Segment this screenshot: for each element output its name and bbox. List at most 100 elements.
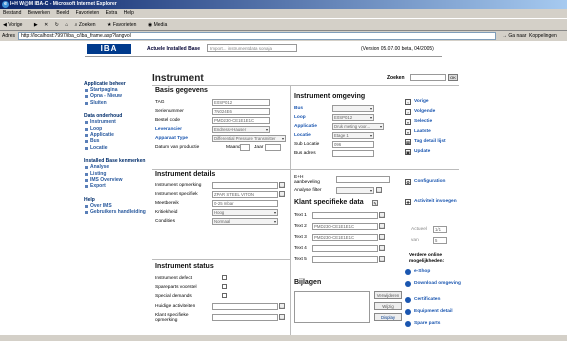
media-button[interactable]: ◉ Media	[148, 22, 172, 28]
menu-bestand[interactable]: Bestand	[3, 10, 21, 16]
app-tag-field[interactable]: Import... instrumentdata sonaja	[207, 44, 297, 52]
spec-input[interactable]: ZPAR STEEL VITON	[212, 191, 278, 198]
bus-select[interactable]	[332, 105, 374, 112]
menu-beeld[interactable]: Beeld	[56, 10, 69, 16]
serial-input[interactable]: 7N024E6	[212, 108, 270, 115]
text4-label: Text 4	[294, 246, 307, 251]
edit-icon[interactable]: …	[279, 182, 285, 188]
links-button[interactable]: Koppelingen	[529, 31, 557, 41]
menu-bewerken[interactable]: Bewerken	[28, 10, 50, 16]
change-attachment-button[interactable]: Wijzig	[374, 302, 402, 310]
order-code-input[interactable]: PMD230-CE1E1E1C	[212, 117, 270, 124]
text4-input[interactable]	[312, 245, 378, 252]
certificates-link[interactable]: Certificaten	[405, 297, 440, 303]
selection-button[interactable]: «Selectie	[405, 119, 433, 125]
month-input[interactable]	[240, 144, 250, 151]
defect-checkbox[interactable]	[222, 275, 227, 280]
attachments-list[interactable]	[294, 291, 370, 323]
last-button[interactable]: » Laatste	[405, 129, 431, 135]
bus-address-input[interactable]	[332, 150, 374, 157]
tag-detail-button[interactable]: ▤ Tag detail lijst	[405, 139, 446, 145]
loop-select[interactable]: E0SP012	[332, 114, 374, 121]
customer-remark-input[interactable]	[212, 314, 278, 321]
text5-label: Text 5	[294, 257, 307, 262]
location-select[interactable]: Etage 1	[332, 132, 374, 139]
sublocation-input[interactable]: 096	[332, 141, 374, 148]
arrow-left-icon: ‹	[405, 99, 411, 105]
previous-button[interactable]: ‹ Vorige	[405, 99, 429, 105]
configuration-button[interactable]: ⚙ Configuration	[405, 179, 445, 185]
forward-button[interactable]: ▶	[34, 22, 38, 28]
remark-input[interactable]	[212, 182, 278, 189]
priority-select[interactable]: Hoog	[212, 209, 278, 216]
text2-input[interactable]: PMD230-CE1E1E1C	[312, 223, 378, 230]
sidebar-item-handleiding[interactable]: Gebruikers handleiding	[84, 209, 148, 215]
edit-icon[interactable]: …	[379, 223, 385, 229]
analysis-filter-select[interactable]	[336, 187, 374, 194]
menu-favorieten[interactable]: Favorieten	[76, 10, 100, 16]
edit-icon[interactable]: …	[379, 256, 385, 262]
update-button[interactable]: ▣ Update	[405, 149, 430, 155]
text3-input[interactable]: PMD230-CE1E1E1C	[312, 234, 378, 241]
add-activity-button[interactable]: ✚ Activiteit invoegen	[405, 199, 457, 205]
refresh-button[interactable]: ↻	[55, 22, 59, 28]
spareparts-checkbox[interactable]	[222, 284, 227, 289]
download-link[interactable]: Download omgeving	[405, 281, 467, 287]
sidebar-item-export[interactable]: Export	[84, 183, 148, 189]
special-checkbox[interactable]	[222, 293, 227, 298]
menu-help[interactable]: Help	[124, 10, 134, 16]
edit-icon[interactable]: …	[379, 212, 385, 218]
range-input[interactable]: 0-25 mbar	[212, 200, 278, 207]
tools-icon: ✚	[405, 199, 411, 205]
back-button[interactable]: ◀ Vorige	[3, 22, 27, 28]
arrow-right-end-icon: »	[405, 129, 411, 135]
activities-input[interactable]	[212, 303, 278, 310]
environment-section-title: Instrument omgeving	[294, 93, 366, 100]
search-button[interactable]: ⌕ Zoeken	[75, 22, 101, 28]
edit-icon[interactable]: …	[279, 303, 285, 309]
pencil-icon[interactable]: ✎	[372, 200, 378, 206]
total-input: 5	[433, 237, 447, 244]
year-input[interactable]	[265, 144, 281, 151]
edit-icon[interactable]: …	[279, 314, 285, 320]
edit-icon[interactable]: …	[379, 234, 385, 240]
title-bar: e I+H W@M IBA-C - Microsoft Internet Exp…	[0, 0, 567, 9]
edit-icon[interactable]: …	[376, 187, 382, 193]
delete-attachment-button[interactable]: Verwijderen	[374, 291, 402, 299]
display-attachment-button[interactable]: Display	[374, 313, 402, 321]
address-input[interactable]: http://localhost:7997/iba_c/iba_frame.as…	[18, 32, 496, 40]
home-button[interactable]: ⌂	[65, 22, 68, 28]
equipment-detail-link[interactable]: Equipment detail	[405, 309, 453, 315]
supplier-select[interactable]: Endress+Hauser	[212, 126, 270, 133]
application-label[interactable]: Applicatie	[294, 124, 317, 129]
add-activity-label: Activiteit invoegen	[414, 199, 457, 204]
device-type-label[interactable]: Apparaat Type	[155, 136, 188, 141]
go-button[interactable]: → Ga naar	[502, 31, 526, 41]
actual-input: 1/1	[433, 226, 447, 233]
device-type-select[interactable]: Differential Pressure Transmitter	[212, 135, 286, 142]
menu-bar: Bestand Bewerken Beeld Favorieten Extra …	[0, 9, 567, 18]
spec-label: Instrument specifiek	[155, 192, 198, 197]
sidebar-item-sluiten[interactable]: Sluiten	[84, 100, 148, 106]
sidebar-item-locatie[interactable]: Locatie	[84, 145, 148, 151]
supplier-label[interactable]: Leverancier	[155, 127, 182, 132]
spare-parts-link[interactable]: Spare parts	[405, 321, 440, 327]
application-select[interactable]: Druk meting voor...	[332, 123, 384, 130]
eshop-link[interactable]: e-Shop	[405, 269, 430, 275]
recommendation-input[interactable]	[336, 176, 390, 183]
bus-label[interactable]: Bus	[294, 106, 303, 111]
text5-input[interactable]	[312, 256, 378, 263]
menu-extra[interactable]: Extra	[106, 10, 118, 16]
edit-icon[interactable]: …	[379, 245, 385, 251]
text1-input[interactable]	[312, 212, 378, 219]
favorites-button[interactable]: ★ Favorieten	[107, 22, 142, 28]
location-label[interactable]: Locatie	[294, 133, 311, 138]
tag-input[interactable]: E0SP012	[212, 99, 270, 106]
loop-label[interactable]: Loop	[294, 115, 306, 120]
stop-button[interactable]: ✕	[44, 22, 48, 28]
next-button[interactable]: › Volgende	[405, 109, 435, 115]
selection-label: Selectie	[414, 119, 433, 124]
download-label: Download omgeving	[414, 281, 461, 286]
edit-icon[interactable]: …	[279, 191, 285, 197]
condition-select[interactable]: Normaal	[212, 218, 278, 225]
